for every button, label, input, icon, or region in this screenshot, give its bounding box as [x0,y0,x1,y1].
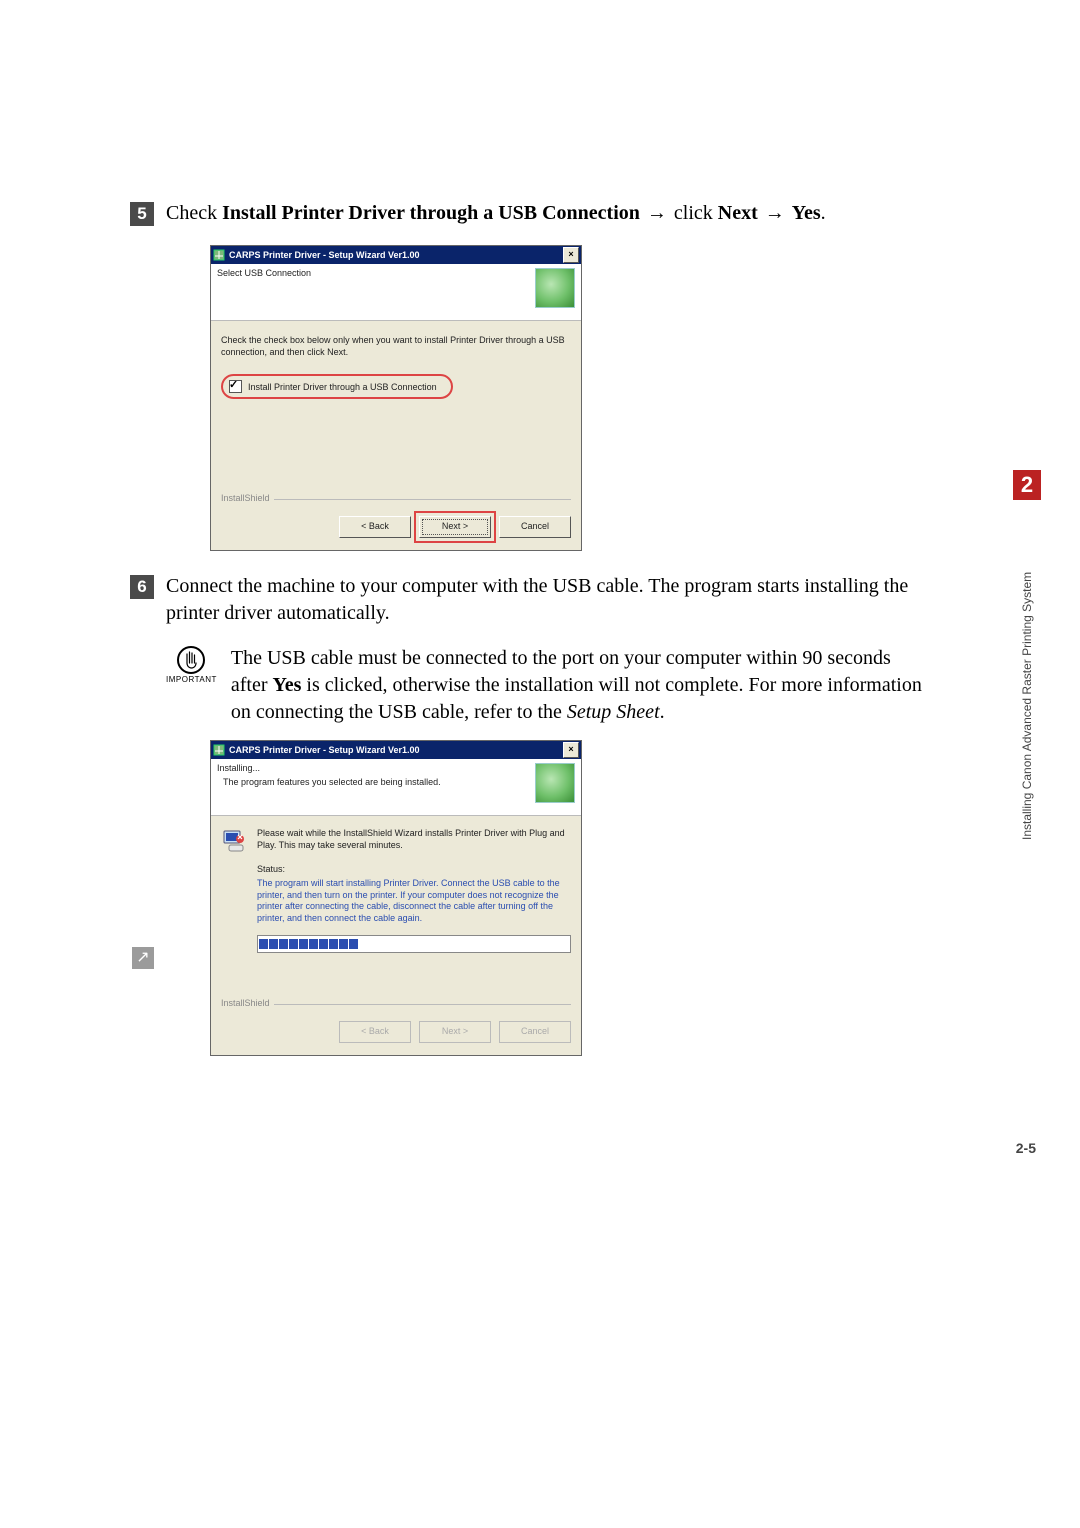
dialog-subtext: The program features you selected are be… [223,777,529,788]
close-button[interactable]: × [563,247,579,263]
status-label: Status: [257,864,571,874]
dialog-button-row: < Back Next > Cancel [221,516,571,538]
text-bold: Yes [273,674,302,696]
dialog-subtitle: Installing... [217,763,529,773]
dialog-header-text: Installing... The program features you s… [217,763,529,788]
step-instruction: Check Install Printer Driver through a U… [166,200,930,227]
arrow-icon: → [763,202,787,224]
dialog-footer: InstallShield < Back Next > Cancel [211,493,581,550]
step-5: 5 Check Install Printer Driver through a… [130,200,930,227]
next-button-label: Next > [442,521,468,531]
next-button: Next > [419,1021,491,1043]
chapter-side-tab: 2 Installing Canon Advanced Raster Print… [1012,470,1042,850]
progress-segment [259,939,268,949]
step-6: 6 Connect the machine to your computer w… [130,573,930,627]
text-segment: . [660,701,665,723]
text-bold: Yes [792,202,821,224]
text-italic: Setup Sheet [567,701,660,723]
dialog-title: CARPS Printer Driver - Setup Wizard Ver1… [229,745,559,755]
text-segment: . [821,202,826,224]
truncated-step-badge: ↗ [132,947,154,969]
text-bold: Next [718,202,758,224]
important-text: The USB cable must be connected to the p… [231,645,930,726]
cancel-button[interactable]: Cancel [499,516,571,538]
checkbox-label: Install Printer Driver through a USB Con… [248,382,437,392]
computer-icon [221,828,247,854]
installshield-text: InstallShield [221,998,274,1008]
progress-bar [257,935,571,953]
progress-segment [329,939,338,949]
dialog-installing: CARPS Printer Driver - Setup Wizard Ver1… [210,740,582,1056]
step-instruction: Connect the machine to your computer wit… [166,573,930,627]
installshield-text: InstallShield [221,493,274,503]
document-page: 5 Check Install Printer Driver through a… [0,0,1080,1528]
dialog-usb-connection: CARPS Printer Driver - Setup Wizard Ver1… [210,245,582,551]
installshield-brand: InstallShield [221,1004,571,1015]
please-wait-row: Please wait while the InstallShield Wiza… [221,828,571,854]
cancel-button: Cancel [499,1021,571,1043]
stop-hand-icon [176,645,206,675]
dialog-body: Please wait while the InstallShield Wiza… [211,816,581,998]
dialog-subtitle: Select USB Connection [217,268,529,278]
progress-segment [319,939,328,949]
progress-segment [339,939,348,949]
important-note: IMPORTANT The USB cable must be connecte… [166,645,930,726]
back-button[interactable]: < Back [339,516,411,538]
status-message: The program will start installing Printe… [257,878,571,925]
dialog-title-bar: CARPS Printer Driver - Setup Wizard Ver1… [211,246,581,264]
instruction-text: Check the check box below only when you … [221,335,571,358]
next-button[interactable]: Next > [419,516,491,538]
progress-segment [269,939,278,949]
progress-segment [349,939,358,949]
text-segment: click [669,202,718,224]
arrow-icon: → [645,202,669,224]
text-segment [758,202,763,224]
important-label: IMPORTANT [166,675,217,684]
back-button: < Back [339,1021,411,1043]
usb-checkbox[interactable] [229,380,242,393]
status-block: Status: The program will start installin… [257,864,571,953]
text-segment: Check [166,202,222,224]
progress-segment [309,939,318,949]
installer-icon [213,744,225,756]
installer-icon [213,249,225,261]
step-number-badge: 5 [130,202,154,226]
dialog-header: Installing... The program features you s… [211,759,581,816]
main-content: 5 Check Install Printer Driver through a… [130,200,930,1078]
important-icon: IMPORTANT [166,645,217,684]
usb-checkbox-highlight: Install Printer Driver through a USB Con… [221,374,453,399]
dialog-header-text: Select USB Connection [217,268,529,282]
dialog-footer: InstallShield < Back Next > Cancel [211,998,581,1055]
page-number: 2-5 [1016,1140,1036,1156]
installshield-brand: InstallShield [221,499,571,510]
dialog-body: Check the check box below only when you … [211,321,581,493]
progress-segment [279,939,288,949]
close-button[interactable]: × [563,742,579,758]
dialog-header: Select USB Connection [211,264,581,321]
dialog-button-row: < Back Next > Cancel [221,1021,571,1043]
chapter-title-vertical: Installing Canon Advanced Raster Printin… [1020,510,1034,840]
step-number-badge: 6 [130,575,154,599]
progress-segment [299,939,308,949]
dialog-title: CARPS Printer Driver - Setup Wizard Ver1… [229,250,559,260]
text-bold: Install Printer Driver through a USB Con… [222,202,640,224]
brand-logo [535,763,575,803]
progress-segment [289,939,298,949]
dialog-title-bar: CARPS Printer Driver - Setup Wizard Ver1… [211,741,581,759]
please-wait-text: Please wait while the InstallShield Wiza… [257,828,571,851]
chapter-number-badge: 2 [1013,470,1041,500]
brand-logo [535,268,575,308]
